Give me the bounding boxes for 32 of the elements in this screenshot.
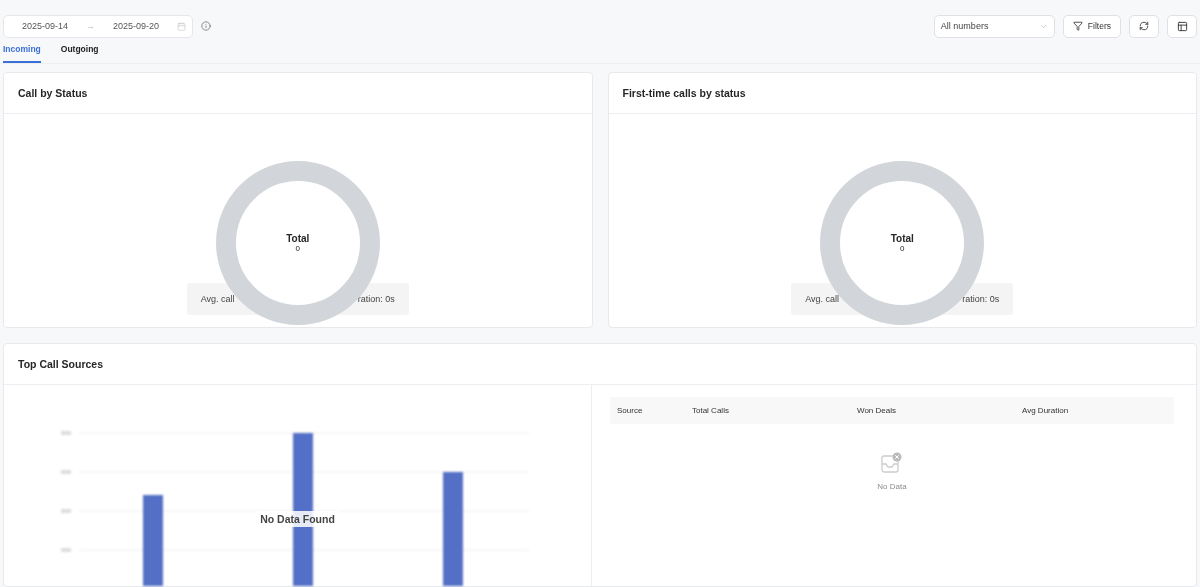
calendar-icon [177, 21, 187, 31]
empty-text: No Data [877, 482, 907, 491]
filters-button[interactable]: Filters [1062, 14, 1121, 38]
stat-text: Avg. call [200, 294, 235, 304]
card-title: Top Call Sources [4, 344, 1196, 385]
column-header: Won Deals [857, 406, 897, 415]
numbers-select[interactable]: All numbers [933, 14, 1055, 38]
card-title: Call by Status [4, 73, 592, 114]
tab[interactable]: Outgoing [60, 42, 99, 63]
arrow-separator: → [86, 21, 96, 31]
column-header: Avg Duration [1022, 406, 1070, 415]
column-header: Source [617, 406, 644, 415]
refresh-button[interactable] [1129, 14, 1159, 38]
layout-icon [1176, 20, 1188, 32]
no-data-message: No Data Found [256, 511, 339, 527]
column-header: Total Calls [692, 406, 730, 415]
stat-text: Avg. call [805, 294, 840, 304]
total-label: Total [286, 233, 310, 244]
start-date: 2025-09-14 [22, 21, 69, 31]
stat-text: ration: 0s [962, 294, 1000, 304]
refresh-icon [1139, 21, 1149, 31]
total-value: 0 [295, 244, 300, 253]
empty-inbox-icon [881, 452, 903, 474]
tab[interactable]: Incoming [3, 42, 41, 63]
filter-icon [1072, 21, 1083, 31]
stat-text: ration: 0s [357, 294, 395, 304]
layout-button[interactable] [1167, 14, 1197, 38]
card-title: First-time calls by status [608, 73, 1196, 114]
total-label: Total [890, 233, 914, 244]
total-value: 0 [900, 244, 905, 253]
date-range-field[interactable]: 2025-09-14 → 2025-09-20 [3, 14, 194, 38]
end-date: 2025-09-20 [113, 21, 160, 31]
